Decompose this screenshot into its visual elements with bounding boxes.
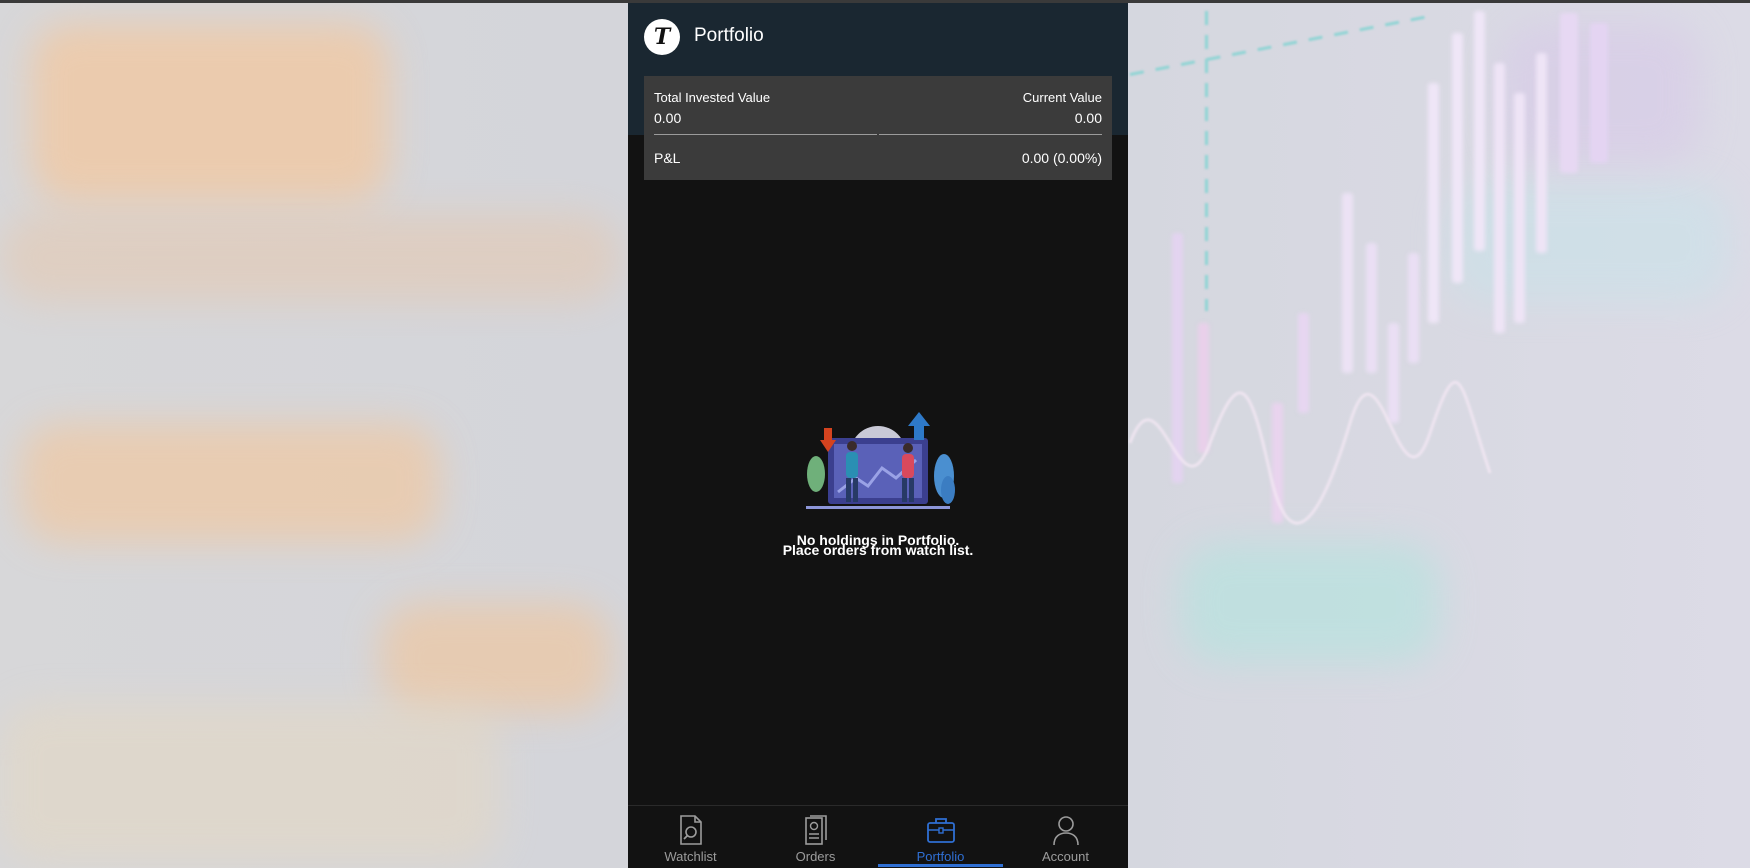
pnl-label: P&L <box>654 150 681 166</box>
nav-portfolio[interactable]: Portfolio <box>878 806 1003 868</box>
portfolio-summary-card: Total Invested Value 0.00 Current Value … <box>644 76 1112 180</box>
briefcase-icon <box>927 818 955 843</box>
page-title: Portfolio <box>694 25 764 46</box>
pnl-value: 0.00 (0.00%) <box>1021 150 1102 166</box>
watchlist-icon <box>680 815 702 845</box>
empty-state: No holdings in Portfolio. Place orders f… <box>628 408 1128 558</box>
user-icon <box>1053 816 1079 846</box>
active-tab-indicator <box>878 864 1003 867</box>
summary-divider-right <box>879 134 1102 135</box>
nav-watchlist-label: Watchlist <box>664 849 717 864</box>
current-value: 0.00 <box>1074 110 1102 126</box>
nav-portfolio-label: Portfolio <box>916 849 965 864</box>
invested-value: 0.00 <box>654 110 682 126</box>
bottom-navigation: Watchlist Orders Portfolio Account <box>628 805 1128 868</box>
summary-divider-left <box>654 134 877 135</box>
nav-watchlist[interactable]: Watchlist <box>628 806 753 868</box>
portfolio-screen: T Portfolio Total Invested Value 0.00 Cu… <box>628 3 1128 868</box>
nav-orders-label: Orders <box>795 849 836 864</box>
nav-account[interactable]: Account <box>1003 806 1128 868</box>
current-value-label: Current Value <box>1022 90 1102 105</box>
nav-orders[interactable]: Orders <box>753 806 878 868</box>
orders-icon <box>805 815 827 845</box>
nav-account-label: Account <box>1042 849 1089 864</box>
empty-message-subtitle: Place orders from watch list. <box>782 542 974 558</box>
invested-value-label: Total Invested Value <box>654 90 771 105</box>
buy-sell-illustration-icon <box>806 412 955 509</box>
app-logo[interactable]: T <box>644 19 680 55</box>
